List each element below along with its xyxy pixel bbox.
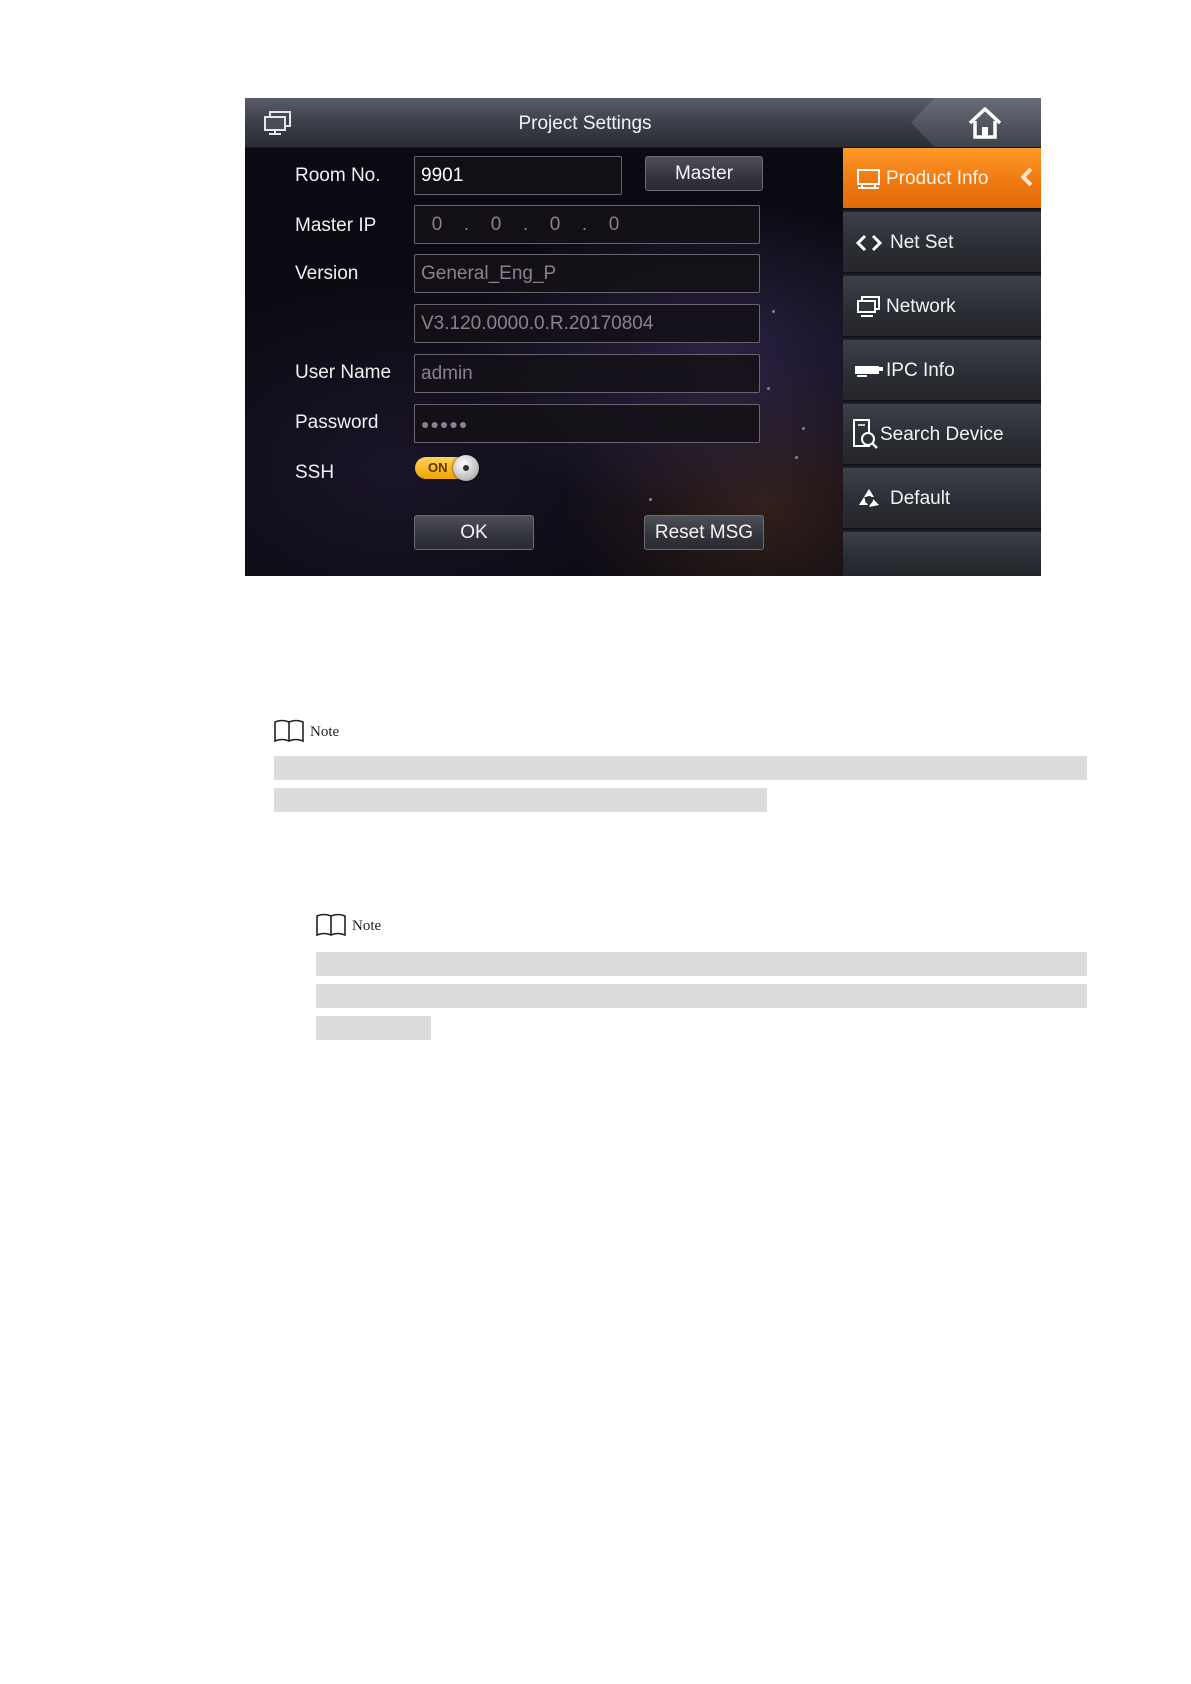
redacted-text-line: [316, 984, 1087, 1008]
device-screenshot: Project Settings Room No. 9901 Master Ma…: [245, 98, 1041, 576]
ip-octet-1: 0: [431, 214, 443, 235]
version-field-1: General_Eng_P: [414, 254, 760, 293]
sidebar-item-label: Default: [890, 488, 951, 509]
home-icon: [968, 107, 1002, 139]
settings-sidebar: Product Info Net Set Network IPC Info Se…: [843, 148, 1041, 576]
redacted-text-line: [274, 756, 1087, 780]
star-decoration: [772, 310, 775, 313]
version-label: Version: [295, 263, 359, 284]
book-icon: [274, 719, 304, 743]
product-info-icon: [857, 169, 880, 189]
ok-button[interactable]: OK: [414, 515, 534, 550]
network-icon: [857, 296, 880, 317]
reset-msg-button[interactable]: Reset MSG: [644, 515, 764, 550]
recycle-icon: [859, 489, 879, 507]
ip-octet-3: 0: [549, 214, 561, 235]
book-icon: [316, 913, 346, 937]
ip-octet-4: 0: [608, 214, 620, 235]
ip-separator: .: [463, 214, 470, 235]
sidebar-item-network[interactable]: Network: [843, 276, 1041, 338]
settings-panel: Room No. 9901 Master Master IP 0. 0. 0. 0 V…: [245, 148, 843, 576]
star-decoration: [802, 427, 805, 430]
net-set-icon: [855, 234, 883, 252]
room-no-input[interactable]: 9901: [414, 156, 622, 195]
version-field-2: V3.120.0000.0.R.20170804: [414, 304, 760, 343]
sidebar-item-default[interactable]: Default: [843, 468, 1041, 530]
sidebar-item-label: Search Device: [880, 424, 1004, 445]
redacted-text-line: [316, 1016, 431, 1040]
chevron-left-icon: [1021, 167, 1033, 187]
room-no-label: Room No.: [295, 165, 381, 186]
star-decoration: [795, 456, 798, 459]
star-decoration: [649, 498, 652, 501]
note-label: Note: [352, 918, 382, 934]
note-label: Note: [310, 724, 340, 740]
sidebar-item-net-set[interactable]: Net Set: [843, 212, 1041, 274]
sidebar-item-product-info[interactable]: Product Info: [843, 148, 1041, 210]
sidebar-item-search-device[interactable]: Search Device: [843, 404, 1041, 466]
master-ip-input[interactable]: 0. 0. 0. 0: [414, 205, 760, 244]
home-button[interactable]: [911, 98, 1041, 147]
ip-separator: .: [522, 214, 529, 235]
sidebar-item-label: IPC Info: [886, 360, 955, 381]
password-label: Password: [295, 412, 379, 433]
master-button[interactable]: Master: [645, 156, 763, 191]
redacted-text-line: [274, 788, 767, 812]
note-block: Note: [315, 912, 1091, 1042]
sidebar-item-ipc-info[interactable]: IPC Info: [843, 340, 1041, 402]
toggle-knob: [453, 455, 479, 481]
page-title: Project Settings: [518, 113, 652, 134]
master-ip-label: Master IP: [295, 215, 377, 236]
username-label: User Name: [295, 362, 392, 383]
note-block: Note: [273, 718, 1089, 818]
search-device-icon: [853, 419, 878, 449]
ipc-camera-icon: [855, 366, 883, 377]
redacted-text-line: [316, 952, 1087, 976]
username-input[interactable]: admin: [414, 354, 760, 393]
title-bar: Project Settings: [245, 98, 1041, 148]
password-input[interactable]: ●●●●●: [414, 404, 760, 443]
ssh-toggle[interactable]: ON: [415, 455, 479, 481]
toggle-state-text: ON: [428, 460, 448, 475]
ssh-label: SSH: [295, 462, 335, 483]
star-decoration: [767, 387, 770, 390]
sidebar-empty-slot: [843, 532, 1041, 576]
sidebar-item-label: Net Set: [890, 232, 954, 253]
sidebar-item-label: Product Info: [886, 168, 989, 189]
sidebar-item-label: Network: [886, 296, 956, 317]
ip-octet-2: 0: [490, 214, 502, 235]
ip-separator: .: [581, 214, 588, 235]
